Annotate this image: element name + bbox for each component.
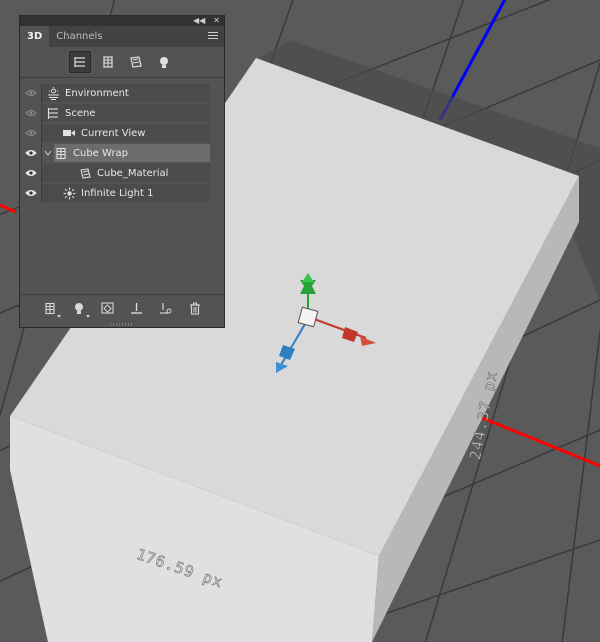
filter-toolbar [20,47,224,78]
drop-to-ground-button[interactable] [156,298,176,318]
panel-title-bar[interactable]: ◀◀ ✕ [20,16,224,26]
3d-panel: ◀◀ ✕ 3D Channels Environment Scene Curre… [19,15,225,328]
render-icon [101,302,114,314]
new-light-button[interactable] [69,298,90,318]
panel-resize-grip[interactable] [110,323,134,326]
camera-icon [63,130,75,136]
drop-to-ground-icon [160,302,172,314]
collapse-icon[interactable]: ◀◀ [193,16,205,26]
visibility-toggle[interactable] [20,83,42,103]
tab-channels[interactable]: Channels [49,26,109,47]
layer-row-scene[interactable]: Scene [20,103,224,123]
gizmo-center[interactable] [297,306,319,328]
layer-label: Infinite Light 1 [81,187,154,199]
eye-icon [24,150,37,156]
material-filter-icon [130,56,142,68]
filter-material-button[interactable] [125,51,147,73]
submenu-indicator [56,315,61,318]
new-mesh-icon [44,302,55,314]
visibility-toggle[interactable] [20,103,42,123]
filter-mesh-button[interactable] [97,51,119,73]
delete-button[interactable] [185,298,205,318]
eye-icon [24,110,37,116]
delete-icon [189,302,200,315]
layer-list: Environment Scene Current View Cube Wrap… [20,78,224,203]
ground-icon [131,302,142,314]
render-button[interactable] [98,298,118,318]
layer-row-cube-material[interactable]: Cube_Material [20,163,224,183]
material-icon [79,167,91,179]
layer-row-infinite-light[interactable]: Infinite Light 1 [20,183,224,203]
panel-bottom-toolbar [20,294,224,321]
filter-scene-button[interactable] [69,51,91,73]
layer-label: Environment [65,87,129,99]
eye-icon [24,130,37,136]
layer-label: Scene [65,107,96,119]
visibility-toggle[interactable] [20,163,42,183]
visibility-toggle[interactable] [20,143,42,163]
new-mesh-button[interactable] [40,298,61,318]
chevron-down-icon [44,150,52,156]
mesh-icon [56,147,66,159]
mesh-filter-icon [103,56,113,68]
layer-row-environment[interactable]: Environment [20,83,224,103]
submenu-indicator [85,315,90,318]
eye-icon [24,90,37,96]
environment-icon [47,86,59,100]
scene-icon [47,107,58,119]
panel-menu-icon[interactable] [208,32,218,41]
layer-label: Cube Wrap [73,147,129,159]
layer-label: Current View [81,127,146,139]
close-icon[interactable]: ✕ [213,16,220,26]
light-icon [63,187,75,199]
layer-row-cube-wrap[interactable]: Cube Wrap [20,143,224,163]
visibility-toggle[interactable] [20,183,42,203]
visibility-toggle[interactable] [20,123,42,143]
eye-icon [24,190,37,196]
ground-button[interactable] [127,298,147,318]
expand-toggle[interactable] [42,150,54,156]
eye-icon [24,170,37,176]
layer-row-current-view[interactable]: Current View [20,123,224,143]
layer-label: Cube_Material [97,167,169,179]
tab-3d[interactable]: 3D [20,26,50,47]
filter-light-button[interactable] [153,51,175,73]
light-filter-icon [160,57,168,68]
new-light-icon [74,302,83,314]
scene-filter-icon [74,57,85,67]
panel-tabs: 3D Channels [20,26,224,47]
